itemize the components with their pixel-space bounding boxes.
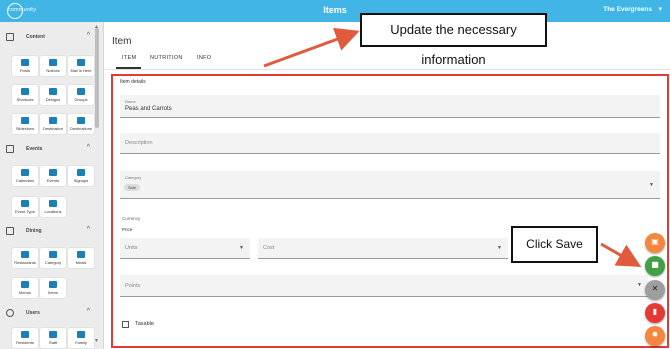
instruction-callout-update: Update the necessary information bbox=[360, 13, 547, 67]
instruction-callout-save: Click Save bbox=[511, 226, 598, 263]
arrow-to-update-callout bbox=[263, 27, 360, 68]
arrow-to-save-button bbox=[600, 242, 642, 267]
annotation-arrows bbox=[263, 27, 642, 267]
